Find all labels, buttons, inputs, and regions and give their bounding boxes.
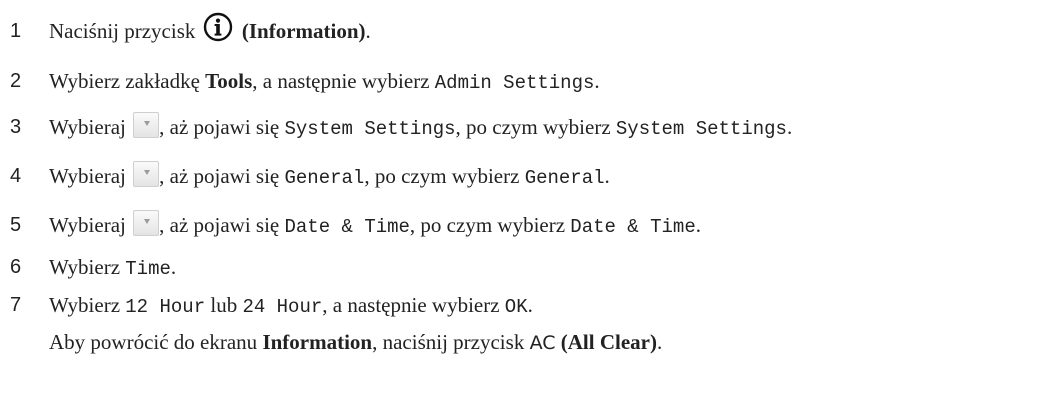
option-name: 24 Hour: [242, 296, 323, 318]
scroll-down-arrow-icon: [133, 210, 160, 236]
button-name: (All Clear): [560, 330, 657, 354]
step-number: 1: [10, 20, 22, 42]
menu-item-name: General: [524, 167, 605, 189]
step-1: 1 Naciśnij przycisk (Information).: [0, 11, 1056, 51]
step-text: Wybieraj , aż pojawi się General, po czy…: [49, 156, 610, 198]
step-text-part: Wybierz zakładkę: [49, 69, 200, 93]
step-7: 7 Wybierz 12 Hour lub 24 Hour, a następn…: [0, 285, 1056, 325]
menu-item-name: General: [284, 167, 365, 189]
step-number: 6: [10, 256, 22, 278]
step-text-part: Wybierz: [49, 293, 121, 317]
step-text: Wybieraj , aż pojawi się Date & Time, po…: [49, 205, 701, 247]
step-text-part: .: [695, 213, 701, 237]
step-text: Wybierz 12 Hour lub 24 Hour, a następnie…: [49, 285, 533, 327]
step-text: Naciśnij przycisk (Information).: [49, 11, 371, 51]
step-text-part: lub: [210, 293, 238, 317]
instruction-document: 1 Naciśnij przycisk (Information). 2 Wyb…: [0, 0, 1056, 407]
footer-text-part: .: [656, 330, 663, 354]
menu-item-name: System Settings: [615, 118, 787, 140]
step-number: 4: [10, 165, 22, 187]
step-text-part: Wybieraj: [49, 115, 126, 139]
step-text-part: , po czym wybierz: [409, 213, 566, 237]
menu-item-name: Date & Time: [570, 216, 696, 238]
step-2: 2 Wybierz zakładkę Tools, a następnie wy…: [0, 61, 1056, 101]
step-number: 5: [10, 214, 22, 236]
step-text-part: Naciśnij przycisk: [49, 19, 196, 43]
step-text-part: , aż pojawi się: [159, 115, 280, 139]
step-6: 6 Wybierz Time.: [0, 247, 1056, 287]
step-text-part: .: [594, 69, 600, 93]
step-number: 7: [10, 294, 22, 316]
step-text-part: , po czym wybierz: [455, 115, 611, 139]
step-text-part: , aż pojawi się: [159, 164, 280, 188]
step-text: Wybierz Time.: [49, 247, 176, 289]
step-4: 4 Wybieraj , aż pojawi się General, po c…: [0, 156, 1056, 196]
tab-name: Tools: [205, 69, 253, 93]
menu-item-name: Date & Time: [284, 216, 410, 238]
step-3: 3 Wybieraj , aż pojawi się System Settin…: [0, 107, 1056, 147]
menu-item-name: Admin Settings: [434, 72, 595, 94]
scroll-down-arrow-icon: [133, 161, 160, 187]
step-text-part: , a następnie wybierz: [322, 293, 500, 317]
step-text-part: .: [365, 19, 371, 43]
footer-note: Aby powrócić do ekranu Information, naci…: [0, 322, 1056, 362]
step-text-part: Wybieraj: [49, 213, 126, 237]
footer-text: Aby powrócić do ekranu Information, naci…: [49, 322, 662, 363]
step-text-part: Wybierz: [49, 255, 121, 279]
step-text: Wybierz zakładkę Tools, a następnie wybi…: [49, 61, 600, 103]
step-5: 5 Wybieraj , aż pojawi się Date & Time, …: [0, 205, 1056, 245]
step-text-part: , po czym wybierz: [364, 164, 520, 188]
all-clear-key-label: AC: [529, 332, 556, 354]
step-text-part: , aż pojawi się: [159, 213, 280, 237]
step-text-part: .: [604, 164, 610, 188]
step-text-part: Wybieraj: [49, 164, 126, 188]
step-text-part: , a następnie wybierz: [252, 69, 430, 93]
step-text-part: .: [170, 255, 177, 279]
step-number: 3: [10, 116, 22, 138]
menu-item-name: System Settings: [284, 118, 456, 140]
step-text: Wybieraj , aż pojawi się System Settings…: [49, 107, 792, 149]
button-name: (Information): [241, 19, 366, 43]
screen-name: Information: [262, 330, 373, 354]
scroll-down-arrow-icon: [133, 112, 160, 138]
step-text-part: .: [527, 293, 533, 317]
step-text-part: .: [786, 115, 793, 139]
footer-text-part: , naciśnij przycisk: [372, 330, 525, 354]
footer-text-part: Aby powrócić do ekranu: [49, 330, 258, 354]
step-number: 2: [10, 70, 22, 92]
menu-item-name: Time: [125, 258, 171, 280]
information-icon: [203, 12, 232, 42]
option-name: 12 Hour: [125, 296, 206, 318]
button-name: OK: [504, 296, 528, 318]
